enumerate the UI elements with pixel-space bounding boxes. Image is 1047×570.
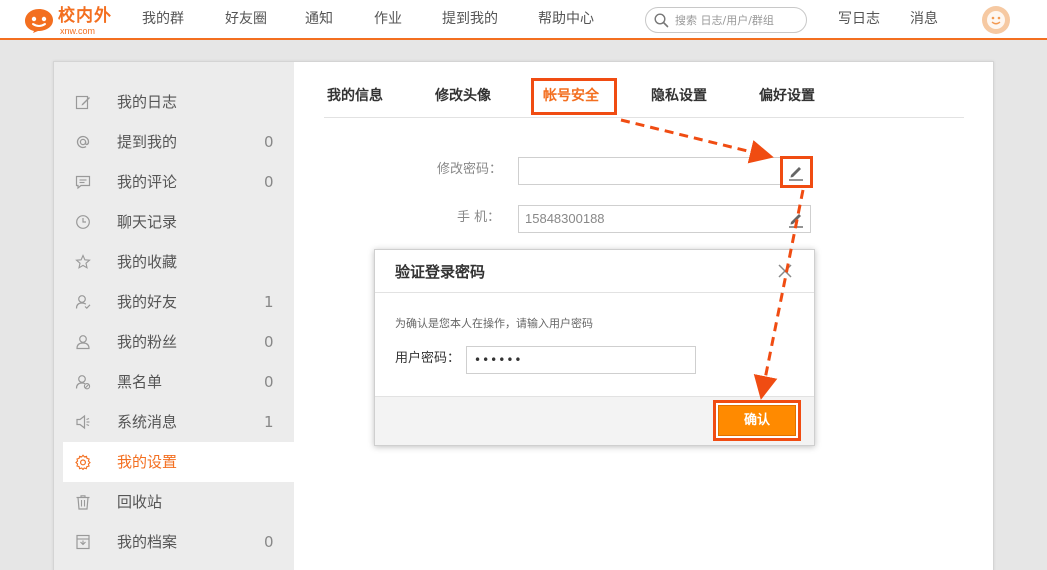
edit-icon bbox=[75, 95, 90, 110]
phone-field[interactable]: 15848300188 bbox=[518, 205, 811, 233]
top-navbar: 校内外 xnw.com 我的群 好友圈 通知 作业 提到我的 帮助中心 写日志 … bbox=[0, 0, 1047, 40]
tab-my-info[interactable]: 我的信息 bbox=[327, 86, 383, 106]
search-input[interactable] bbox=[675, 11, 801, 29]
sidebar-item-label: 聊天记录 bbox=[117, 213, 178, 231]
confirm-highlight-box: 确认 bbox=[713, 400, 801, 441]
active-tab-highlight-box bbox=[531, 78, 617, 115]
edit-phone-icon[interactable] bbox=[784, 207, 808, 231]
user-password-label: 用户密码： bbox=[395, 351, 461, 366]
sidebar-item-my-diary[interactable]: 我的日志 bbox=[54, 82, 294, 122]
sidebar-item-system-messages[interactable]: 系统消息 1 bbox=[54, 402, 294, 442]
sidebar-item-label: 提到我的 bbox=[117, 133, 178, 151]
sidebar-item-my-archive[interactable]: 我的档案 0 bbox=[54, 522, 294, 562]
sidebar-item-label: 黑名单 bbox=[117, 373, 163, 391]
sidebar-item-favorites[interactable]: 我的收藏 bbox=[54, 242, 294, 282]
tab-preferences[interactable]: 偏好设置 bbox=[759, 86, 815, 106]
speaker-icon bbox=[76, 414, 90, 430]
avatar-face-icon bbox=[987, 11, 1005, 29]
sidebar-item-label: 我的粉丝 bbox=[117, 333, 178, 351]
tab-change-avatar[interactable]: 修改头像 bbox=[435, 86, 491, 106]
password-label: 修改密码： bbox=[437, 162, 503, 177]
nav-notifications[interactable]: 通知 bbox=[305, 0, 333, 38]
friend-icon bbox=[75, 295, 91, 310]
at-icon bbox=[76, 135, 90, 149]
sidebar-item-blacklist[interactable]: 黑名单 0 bbox=[54, 362, 294, 402]
sidebar-item-my-friends[interactable]: 我的好友 1 bbox=[54, 282, 294, 322]
dialog-divider bbox=[375, 292, 814, 293]
tab-privacy-settings[interactable]: 隐私设置 bbox=[651, 86, 707, 106]
nav-my-groups[interactable]: 我的群 bbox=[142, 0, 184, 38]
search-box[interactable] bbox=[645, 7, 807, 33]
tab-divider bbox=[324, 117, 964, 118]
sidebar-item-label: 系统消息 bbox=[117, 413, 178, 431]
nav-messages[interactable]: 消息 bbox=[910, 0, 938, 38]
sidebar-item-count: 0 bbox=[264, 133, 274, 151]
brand-domain: xnw.com bbox=[60, 26, 96, 36]
logo-icon bbox=[25, 9, 53, 33]
dialog-title: 验证登录密码 bbox=[395, 263, 486, 281]
sidebar-item-mentions[interactable]: 提到我的 0 bbox=[54, 122, 294, 162]
sidebar-item-count: 0 bbox=[264, 533, 274, 551]
sidebar-item-count: 0 bbox=[264, 333, 274, 351]
confirm-button[interactable]: 确认 bbox=[718, 405, 796, 436]
clock-icon bbox=[76, 215, 90, 229]
dialog-hint: 为确认是您本人在操作，请输入用户密码 bbox=[395, 317, 593, 330]
sidebar-item-label: 我的评论 bbox=[117, 173, 178, 191]
sidebar-item-my-comments[interactable]: 我的评论 0 bbox=[54, 162, 294, 202]
nav-mentions[interactable]: 提到我的 bbox=[442, 0, 498, 38]
sidebar-item-count: 0 bbox=[264, 173, 274, 191]
close-icon[interactable] bbox=[776, 262, 794, 280]
sidebar-item-count: 0 bbox=[264, 373, 274, 391]
sidebar-item-count: 1 bbox=[264, 293, 274, 311]
nav-write-diary[interactable]: 写日志 bbox=[838, 0, 880, 38]
comment-icon bbox=[75, 175, 91, 190]
search-icon bbox=[654, 13, 669, 28]
edit-password-icon[interactable] bbox=[784, 160, 808, 184]
sidebar-item-recycle-bin[interactable]: 回收站 bbox=[54, 482, 294, 522]
sidebar-item-label: 我的设置 bbox=[117, 453, 178, 471]
trash-icon bbox=[76, 495, 90, 510]
sidebar-item-label: 回收站 bbox=[117, 493, 163, 511]
sidebar-item-label: 我的日志 bbox=[117, 93, 178, 111]
star-icon bbox=[75, 254, 91, 269]
nav-help-center[interactable]: 帮助中心 bbox=[538, 0, 594, 38]
verify-password-dialog: 验证登录密码 为确认是您本人在操作，请输入用户密码 用户密码： •••••• 确… bbox=[374, 249, 815, 446]
sidebar-item-my-fans[interactable]: 我的粉丝 0 bbox=[54, 322, 294, 362]
nav-homework[interactable]: 作业 bbox=[374, 0, 402, 38]
brand-name: 校内外 bbox=[58, 6, 112, 26]
phone-label: 手 机： bbox=[457, 210, 501, 225]
sidebar-item-my-settings[interactable]: 我的设置 bbox=[63, 442, 294, 482]
user-avatar[interactable] bbox=[982, 6, 1010, 34]
gear-icon bbox=[75, 454, 91, 470]
blacklist-icon bbox=[75, 375, 91, 390]
sidebar-item-count: 1 bbox=[264, 413, 274, 431]
sidebar: 我的日志 提到我的 0 我的评论 0 聊天记录 我的收藏 我的好友 1 我的粉丝… bbox=[54, 62, 294, 570]
user-password-input[interactable]: •••••• bbox=[466, 346, 696, 374]
nav-friends-circle[interactable]: 好友圈 bbox=[225, 0, 267, 38]
sidebar-item-label: 我的档案 bbox=[117, 533, 178, 551]
sidebar-item-label: 我的好友 bbox=[117, 293, 178, 311]
password-field[interactable] bbox=[518, 157, 811, 185]
sidebar-item-chat-history[interactable]: 聊天记录 bbox=[54, 202, 294, 242]
archive-icon bbox=[76, 534, 90, 550]
brand-logo[interactable]: 校内外 xnw.com bbox=[24, 4, 114, 36]
user-icon bbox=[76, 335, 90, 350]
sidebar-item-label: 我的收藏 bbox=[117, 253, 178, 271]
